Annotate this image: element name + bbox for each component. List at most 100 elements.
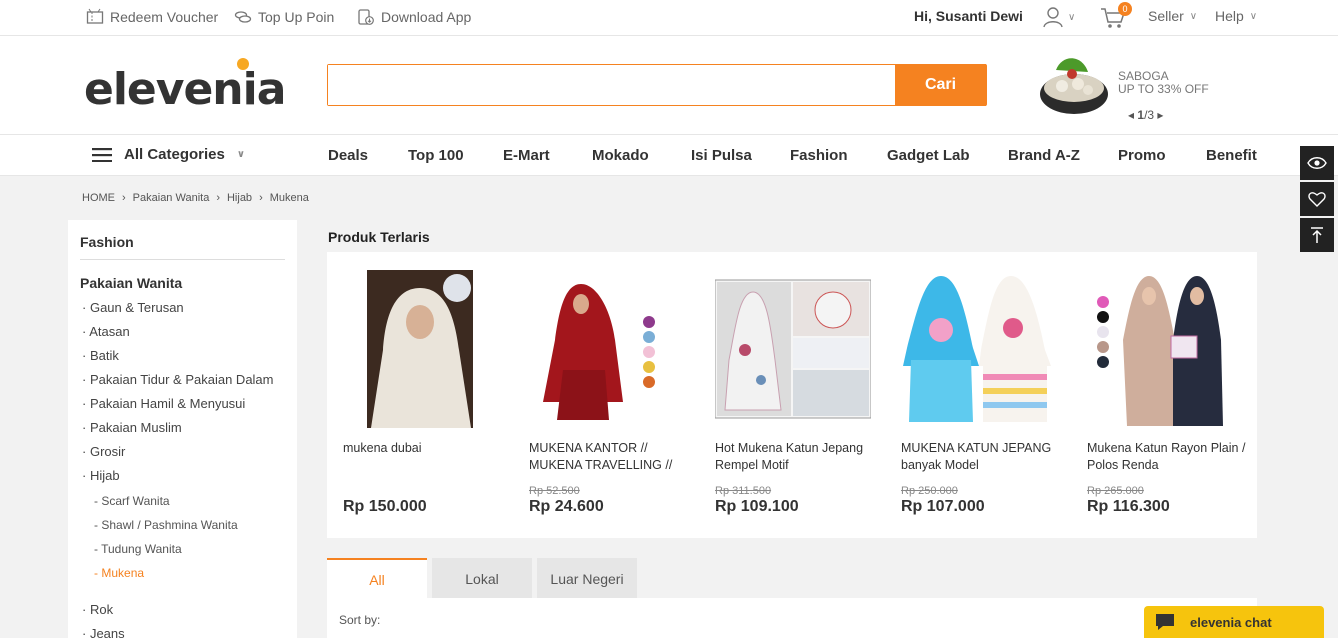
sidebar-item-label: Batik (89, 348, 119, 363)
nav-link-brand-a-z[interactable]: Brand A-Z (1008, 147, 1080, 164)
section-title: Produk Terlaris (328, 229, 430, 245)
sidebar-item-pakaian-muslim[interactable]: · Pakaian Muslim (82, 420, 182, 435)
sidebar-subitem-shawl-pashmina[interactable]: - Shawl / Pashmina Wanita (94, 518, 238, 532)
download-app-link[interactable]: Download App (357, 8, 471, 26)
sidebar-item-hijab[interactable]: · Hijab (82, 468, 120, 483)
product-name[interactable]: MUKENA KATUN JEPANG banyak Model (901, 440, 1061, 476)
sidebar-item-label: Pakaian Muslim (89, 420, 182, 435)
product-image (367, 270, 473, 428)
promo-subtitle: UP TO 33% OFF (1118, 82, 1209, 96)
nav-link-mokado[interactable]: Mokado (592, 147, 649, 164)
nav-link-e-mart[interactable]: E-Mart (503, 147, 550, 164)
top-up-poin-label: Top Up Poin (258, 9, 335, 25)
product-card[interactable]: mukena dubai Rp 150.000 (343, 270, 511, 515)
logo-text: eleveni (84, 64, 258, 115)
sidebar-item-pakaian-hamil[interactable]: · Pakaian Hamil & Menyusui (82, 396, 245, 411)
product-name[interactable]: mukena dubai (343, 440, 503, 476)
search-input[interactable] (328, 65, 897, 105)
best-seller-products: mukena dubai Rp 150.000 MUKENA KANTOR //… (327, 252, 1257, 538)
nav-link-benefit[interactable]: Benefit (1206, 147, 1257, 164)
product-card[interactable]: Hot Mukena Katun Jepang Rempel Motif Rp … (714, 270, 883, 515)
sidebar-title: Fashion (80, 234, 134, 250)
prev-arrow-icon[interactable]: ◂ (1128, 108, 1134, 122)
all-categories-label: All Categories (124, 146, 225, 163)
sidebar-item-pakaian-tidur[interactable]: · Pakaian Tidur & Pakaian Dalam (82, 372, 274, 387)
sidebar-item-label: Pakaian Tidur & Pakaian Dalam (89, 372, 274, 387)
logo-tail: a (256, 64, 287, 115)
sidebar-item-label: Gaun & Terusan (89, 300, 184, 315)
wishlist-button[interactable] (1300, 182, 1334, 216)
product-image (1087, 270, 1243, 428)
product-card[interactable]: MUKENA KATUN JEPANG banyak Model Rp 250.… (901, 270, 1069, 515)
nav-link-isi-pulsa[interactable]: Isi Pulsa (691, 147, 752, 164)
sidebar-item-grosir[interactable]: · Grosir (82, 444, 125, 459)
sidebar-subitem-scarf-wanita[interactable]: - Scarf Wanita (94, 494, 170, 508)
sidebar-subitem-label: Scarf Wanita (101, 494, 170, 508)
chevron-right-icon: › (122, 192, 126, 204)
product-old-price: Rp 311.500 (715, 485, 772, 497)
product-name[interactable]: Hot Mukena Katun Jepang Rempel Motif (715, 440, 875, 476)
promo-text: SABOGA UP TO 33% OFF (1118, 70, 1209, 96)
product-old-price: Rp 250.000 (901, 485, 958, 497)
chevron-down-icon: ∨ (1068, 11, 1076, 23)
tab-luar-negeri[interactable]: Luar Negeri (537, 558, 637, 598)
help-menu[interactable]: Help ∨ (1215, 8, 1257, 24)
category-sidebar: Fashion Pakaian Wanita · Gaun & Terusan … (68, 220, 297, 638)
promo-pager: ◂ 1/3 ▸ (1128, 108, 1163, 122)
top-up-poin-link[interactable]: Top Up Poin (234, 8, 334, 26)
nav-link-fashion[interactable]: Fashion (790, 147, 848, 164)
sidebar-item-batik[interactable]: · Batik (82, 348, 119, 363)
all-categories-button[interactable]: All Categories ∨ (92, 146, 245, 163)
nav-link-top-100[interactable]: Top 100 (408, 147, 464, 164)
search-bar: Cari (327, 64, 987, 106)
nav-link-promo[interactable]: Promo (1118, 147, 1166, 164)
redeem-voucher-link[interactable]: Redeem Voucher (86, 8, 218, 26)
chat-label: elevenia chat (1190, 614, 1272, 630)
back-to-top-button[interactable] (1300, 218, 1334, 252)
sidebar-item-rok[interactable]: · Rok (82, 602, 113, 617)
seller-menu[interactable]: Seller ∨ (1148, 8, 1197, 24)
chevron-right-icon: › (216, 192, 220, 204)
breadcrumb-pakaian-wanita[interactable]: Pakaian Wanita (133, 192, 210, 204)
sidebar-item-jeans[interactable]: · Jeans (82, 626, 125, 638)
hamburger-menu-icon (92, 147, 112, 162)
product-image (529, 270, 685, 428)
sidebar-subitem-mukena[interactable]: - Mukena (94, 566, 144, 580)
seller-label: Seller (1148, 8, 1184, 24)
breadcrumb-home[interactable]: HOME (82, 192, 115, 204)
product-price: Rp 116.300 (1087, 498, 1170, 515)
sidebar-item-gaun-terusan[interactable]: · Gaun & Terusan (82, 300, 184, 315)
sidebar-item-label: Atasan (89, 324, 130, 339)
cart-button[interactable]: 0 (1100, 2, 1132, 35)
nav-link-gadget-lab[interactable]: Gadget Lab (887, 147, 970, 164)
sidebar-item-atasan[interactable]: · Atasan (82, 324, 130, 339)
user-greeting: Hi, Susanti Dewi (914, 8, 1023, 24)
chevron-down-icon: ∨ (1189, 10, 1198, 22)
floating-side-tools (1300, 146, 1334, 254)
tab-all[interactable]: All (327, 558, 427, 598)
product-card[interactable]: MUKENA KANTOR // MUKENA TRAVELLING // Rp… (529, 270, 697, 515)
download-app-label: Download App (381, 9, 472, 25)
product-name[interactable]: Mukena Katun Rayon Plain / Polos Renda (1087, 440, 1247, 476)
recently-viewed-button[interactable] (1300, 146, 1334, 180)
next-arrow-icon[interactable]: ▸ (1157, 108, 1163, 122)
sidebar-item-label: Rok (89, 602, 114, 617)
sidebar-subitem-label: Mukena (101, 566, 145, 580)
sidebar-group-pakaian-wanita[interactable]: Pakaian Wanita (80, 275, 182, 291)
search-button[interactable]: Cari (895, 64, 986, 106)
product-image (901, 270, 1057, 428)
breadcrumb-hijab[interactable]: Hijab (227, 192, 252, 204)
product-card[interactable]: Mukena Katun Rayon Plain / Polos Renda R… (1087, 270, 1255, 515)
sidebar-subitem-tudung-wanita[interactable]: - Tudung Wanita (94, 542, 182, 556)
header-promo-banner[interactable]: SABOGA UP TO 33% OFF ◂ 1/3 ▸ (1036, 50, 1256, 124)
chat-bubble-icon (1156, 614, 1174, 630)
hotpot-food-image (1040, 58, 1108, 114)
sidebar-subitem-label: Tudung Wanita (101, 542, 182, 556)
product-name[interactable]: MUKENA KANTOR // MUKENA TRAVELLING // (529, 440, 689, 476)
account-menu[interactable]: ∨ (1042, 6, 1075, 28)
elevenia-chat-button[interactable]: elevenia chat (1144, 606, 1324, 638)
product-price: Rp 24.600 (529, 498, 604, 515)
tab-lokal[interactable]: Lokal (432, 558, 532, 598)
nav-link-deals[interactable]: Deals (328, 147, 368, 164)
top-utility-bar: Redeem Voucher Top Up Poin Download App … (0, 0, 1338, 36)
